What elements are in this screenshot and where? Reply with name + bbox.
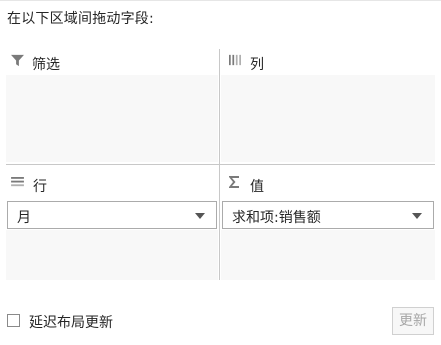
filter-area-header: 筛选: [6, 49, 218, 75]
values-field-dropdown[interactable]: 求和项:销售额: [222, 201, 434, 229]
rows-area[interactable]: 行 月: [6, 171, 218, 280]
columns-icon: [229, 54, 241, 66]
drag-instruction: 在以下区域间拖动字段:: [7, 11, 154, 27]
horizontal-divider: [6, 164, 435, 165]
values-area[interactable]: 值 求和项:销售额: [221, 171, 435, 280]
rows-field-dropdown[interactable]: 月: [7, 201, 217, 229]
values-area-header: 值: [221, 171, 435, 197]
values-field-value: 求和项:销售额: [232, 210, 321, 226]
chevron-down-icon[interactable]: [412, 213, 422, 219]
columns-area-label: 列: [250, 57, 264, 73]
chevron-down-icon[interactable]: [195, 213, 205, 219]
values-area-label: 值: [250, 179, 264, 195]
rows-area-label: 行: [33, 179, 47, 195]
rows-field-value: 月: [17, 210, 31, 226]
rows-icon: [11, 177, 24, 187]
columns-area-header: 列: [221, 49, 435, 75]
values-drop-zone[interactable]: [221, 230, 435, 280]
columns-area[interactable]: 列: [221, 49, 435, 162]
filter-area-label: 筛选: [32, 57, 60, 73]
rows-area-header: 行: [6, 171, 218, 197]
update-button[interactable]: 更新: [392, 307, 434, 335]
pivot-fields-pane: 在以下区域间拖动字段: 筛选 列 行 月 值 求和项:销售额 延迟布局更新 更新: [0, 0, 441, 345]
filter-icon: [11, 54, 24, 67]
rows-drop-zone[interactable]: [6, 230, 218, 280]
filter-drop-zone[interactable]: [6, 75, 218, 162]
defer-layout-label[interactable]: 延迟布局更新: [29, 312, 113, 332]
top-border: [0, 0, 441, 1]
sigma-icon: [229, 176, 239, 188]
filter-area[interactable]: 筛选: [6, 49, 218, 162]
defer-layout-checkbox[interactable]: [7, 314, 20, 327]
columns-drop-zone[interactable]: [221, 75, 435, 162]
